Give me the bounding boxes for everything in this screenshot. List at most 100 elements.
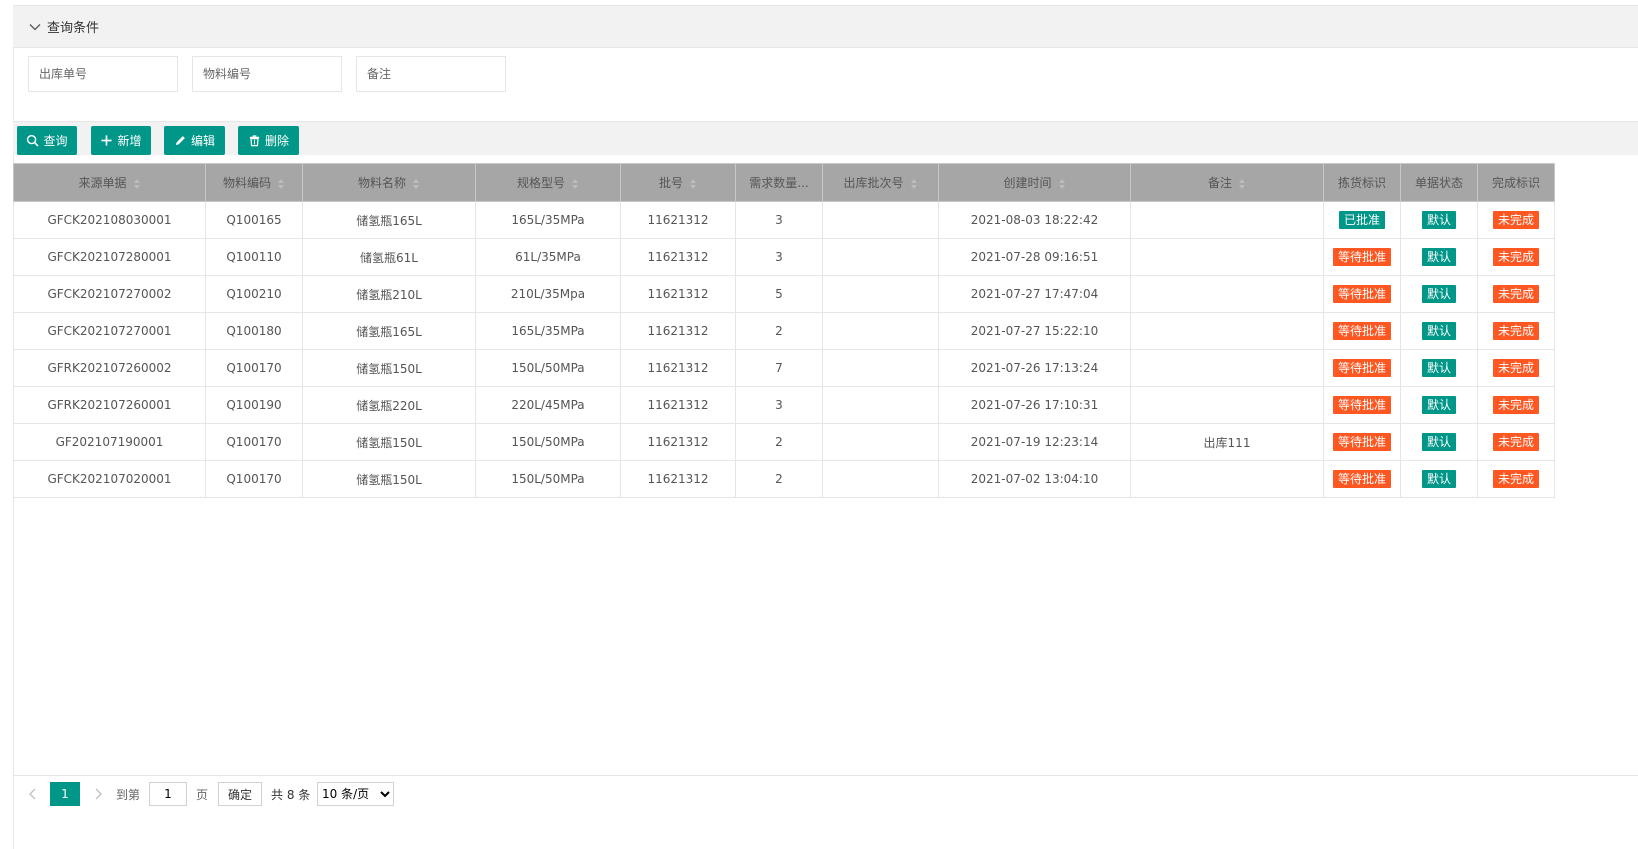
status-badge: 默认: [1421, 285, 1456, 303]
chevron-right-icon[interactable]: [92, 787, 104, 801]
column-header-pick: 拣货标识: [1323, 163, 1401, 202]
query-panel-header[interactable]: 查询条件: [13, 5, 1638, 48]
cell-done: 未完成: [1477, 460, 1555, 498]
cell-status: 默认: [1400, 423, 1478, 461]
search-button[interactable]: 查询: [17, 126, 77, 155]
cell-source: GFCK202107280001: [13, 238, 206, 276]
sort-icon: [133, 178, 140, 189]
column-header-status: 单据状态: [1400, 163, 1478, 202]
column-header-remark[interactable]: 备注: [1130, 163, 1324, 202]
column-header-qty[interactable]: 需求数量...: [735, 163, 823, 202]
column-header-batch[interactable]: 批号: [620, 163, 736, 202]
cell-qty: 2: [735, 312, 823, 350]
cell-name: 储氢瓶210L: [302, 275, 476, 313]
pick-badge: 等待批准: [1332, 470, 1391, 488]
cell-created: 2021-07-28 09:16:51: [938, 238, 1131, 276]
table-row[interactable]: GFRK202107260001 Q100190 储氢瓶220L 220L/45MPa…: [13, 386, 1555, 424]
cell-status: 默认: [1400, 386, 1478, 424]
outbound-no-input[interactable]: [28, 56, 178, 92]
cell-pick: 等待批准: [1323, 312, 1401, 350]
cell-done: 未完成: [1477, 423, 1555, 461]
query-panel-title: 查询条件: [47, 21, 100, 36]
table-row[interactable]: GFCK202107280001 Q100110 储氢瓶61L 61L/35MPa 11…: [13, 238, 1555, 276]
table-row[interactable]: GFRK202107260002 Q100170 储氢瓶150L 150L/50MPa…: [13, 349, 1555, 387]
cell-done: 未完成: [1477, 275, 1555, 313]
cell-out-batch: [822, 275, 939, 313]
table-row[interactable]: GFCK202108030001 Q100165 储氢瓶165L 165L/35MPa…: [13, 201, 1555, 239]
cell-created: 2021-07-27 17:47:04: [938, 275, 1131, 313]
goto-confirm-button[interactable]: 确定: [218, 782, 262, 806]
sort-icon: [910, 178, 917, 189]
cell-done: 未完成: [1477, 386, 1555, 424]
cell-spec: 165L/35MPa: [475, 312, 621, 350]
table-row[interactable]: GFCK202107020001 Q100170 储氢瓶150L 150L/50MPa…: [13, 460, 1555, 498]
cell-name: 储氢瓶150L: [302, 423, 476, 461]
cell-qty: 7: [735, 349, 823, 387]
sort-icon: [572, 178, 578, 189]
page-label: 页: [196, 788, 209, 802]
cell-batch: 11621312: [620, 460, 736, 498]
table-row[interactable]: GFCK202107270002 Q100210 储氢瓶210L 210L/35Mpa…: [13, 275, 1555, 313]
cell-qty: 3: [735, 201, 823, 239]
cell-remark: [1130, 460, 1324, 498]
cell-qty: 2: [735, 423, 823, 461]
goto-page-input[interactable]: [149, 782, 187, 806]
cell-pick: 等待批准: [1323, 275, 1401, 313]
cell-remark: [1130, 275, 1324, 313]
page-size-select[interactable]: 10 条/页: [317, 782, 394, 806]
cell-code: Q100170: [205, 460, 303, 498]
cell-name: 储氢瓶150L: [302, 460, 476, 498]
cell-status: 默认: [1400, 460, 1478, 498]
cell-name: 储氢瓶165L: [302, 312, 476, 350]
remark-input[interactable]: [356, 56, 506, 92]
column-header-name[interactable]: 物料名称: [302, 163, 476, 202]
add-button[interactable]: 新增: [91, 126, 151, 155]
cell-source: GFCK202107270001: [13, 312, 206, 350]
cell-created: 2021-07-26 17:13:24: [938, 349, 1131, 387]
cell-code: Q100180: [205, 312, 303, 350]
column-header-created[interactable]: 创建时间: [938, 163, 1131, 202]
done-badge: 未完成: [1492, 396, 1539, 414]
status-badge: 默认: [1421, 211, 1456, 229]
cell-name: 储氢瓶61L: [302, 238, 476, 276]
cell-status: 默认: [1400, 238, 1478, 276]
chevron-down-icon: [29, 23, 41, 30]
done-badge: 未完成: [1492, 359, 1539, 377]
pick-badge: 等待批准: [1332, 285, 1391, 303]
done-badge: 未完成: [1492, 322, 1539, 340]
cell-pick: 等待批准: [1323, 349, 1401, 387]
cell-remark: [1130, 238, 1324, 276]
sort-icon: [413, 178, 419, 189]
trash-icon: [249, 135, 260, 147]
delete-button[interactable]: 删除: [238, 126, 299, 155]
sort-icon: [1058, 178, 1065, 189]
column-header-code[interactable]: 物料编码: [205, 163, 303, 202]
column-header-spec[interactable]: 规格型号: [475, 163, 621, 202]
cell-qty: 5: [735, 275, 823, 313]
cell-spec: 150L/50MPa: [475, 423, 621, 461]
table-row[interactable]: GF202107190001 Q100170 储氢瓶150L 150L/50MPa 11…: [13, 423, 1555, 461]
cell-code: Q100110: [205, 238, 303, 276]
edit-button[interactable]: 编辑: [164, 126, 225, 155]
pagination-current-page[interactable]: 1: [50, 782, 80, 806]
cell-spec: 165L/35MPa: [475, 201, 621, 239]
column-header-done: 完成标识: [1477, 163, 1555, 202]
cell-batch: 11621312: [620, 201, 736, 239]
goto-label: 到第: [116, 788, 141, 802]
cell-out-batch: [822, 201, 939, 239]
total-count: 共 8 条: [271, 788, 311, 802]
cell-status: 默认: [1400, 201, 1478, 239]
cell-done: 未完成: [1477, 201, 1555, 239]
cell-out-batch: [822, 238, 939, 276]
material-code-input[interactable]: [192, 56, 342, 92]
cell-out-batch: [822, 349, 939, 387]
chevron-left-icon[interactable]: [27, 787, 39, 801]
plus-icon: [101, 135, 113, 146]
table-row[interactable]: GFCK202107270001 Q100180 储氢瓶165L 165L/35MPa…: [13, 312, 1555, 350]
cell-created: 2021-08-03 18:22:42: [938, 201, 1131, 239]
pencil-icon: [175, 136, 185, 146]
column-header-source[interactable]: 来源单据: [13, 163, 206, 202]
pick-badge: 等待批准: [1332, 322, 1391, 340]
column-header-out-batch[interactable]: 出库批次号: [822, 163, 939, 202]
cell-qty: 3: [735, 238, 823, 276]
